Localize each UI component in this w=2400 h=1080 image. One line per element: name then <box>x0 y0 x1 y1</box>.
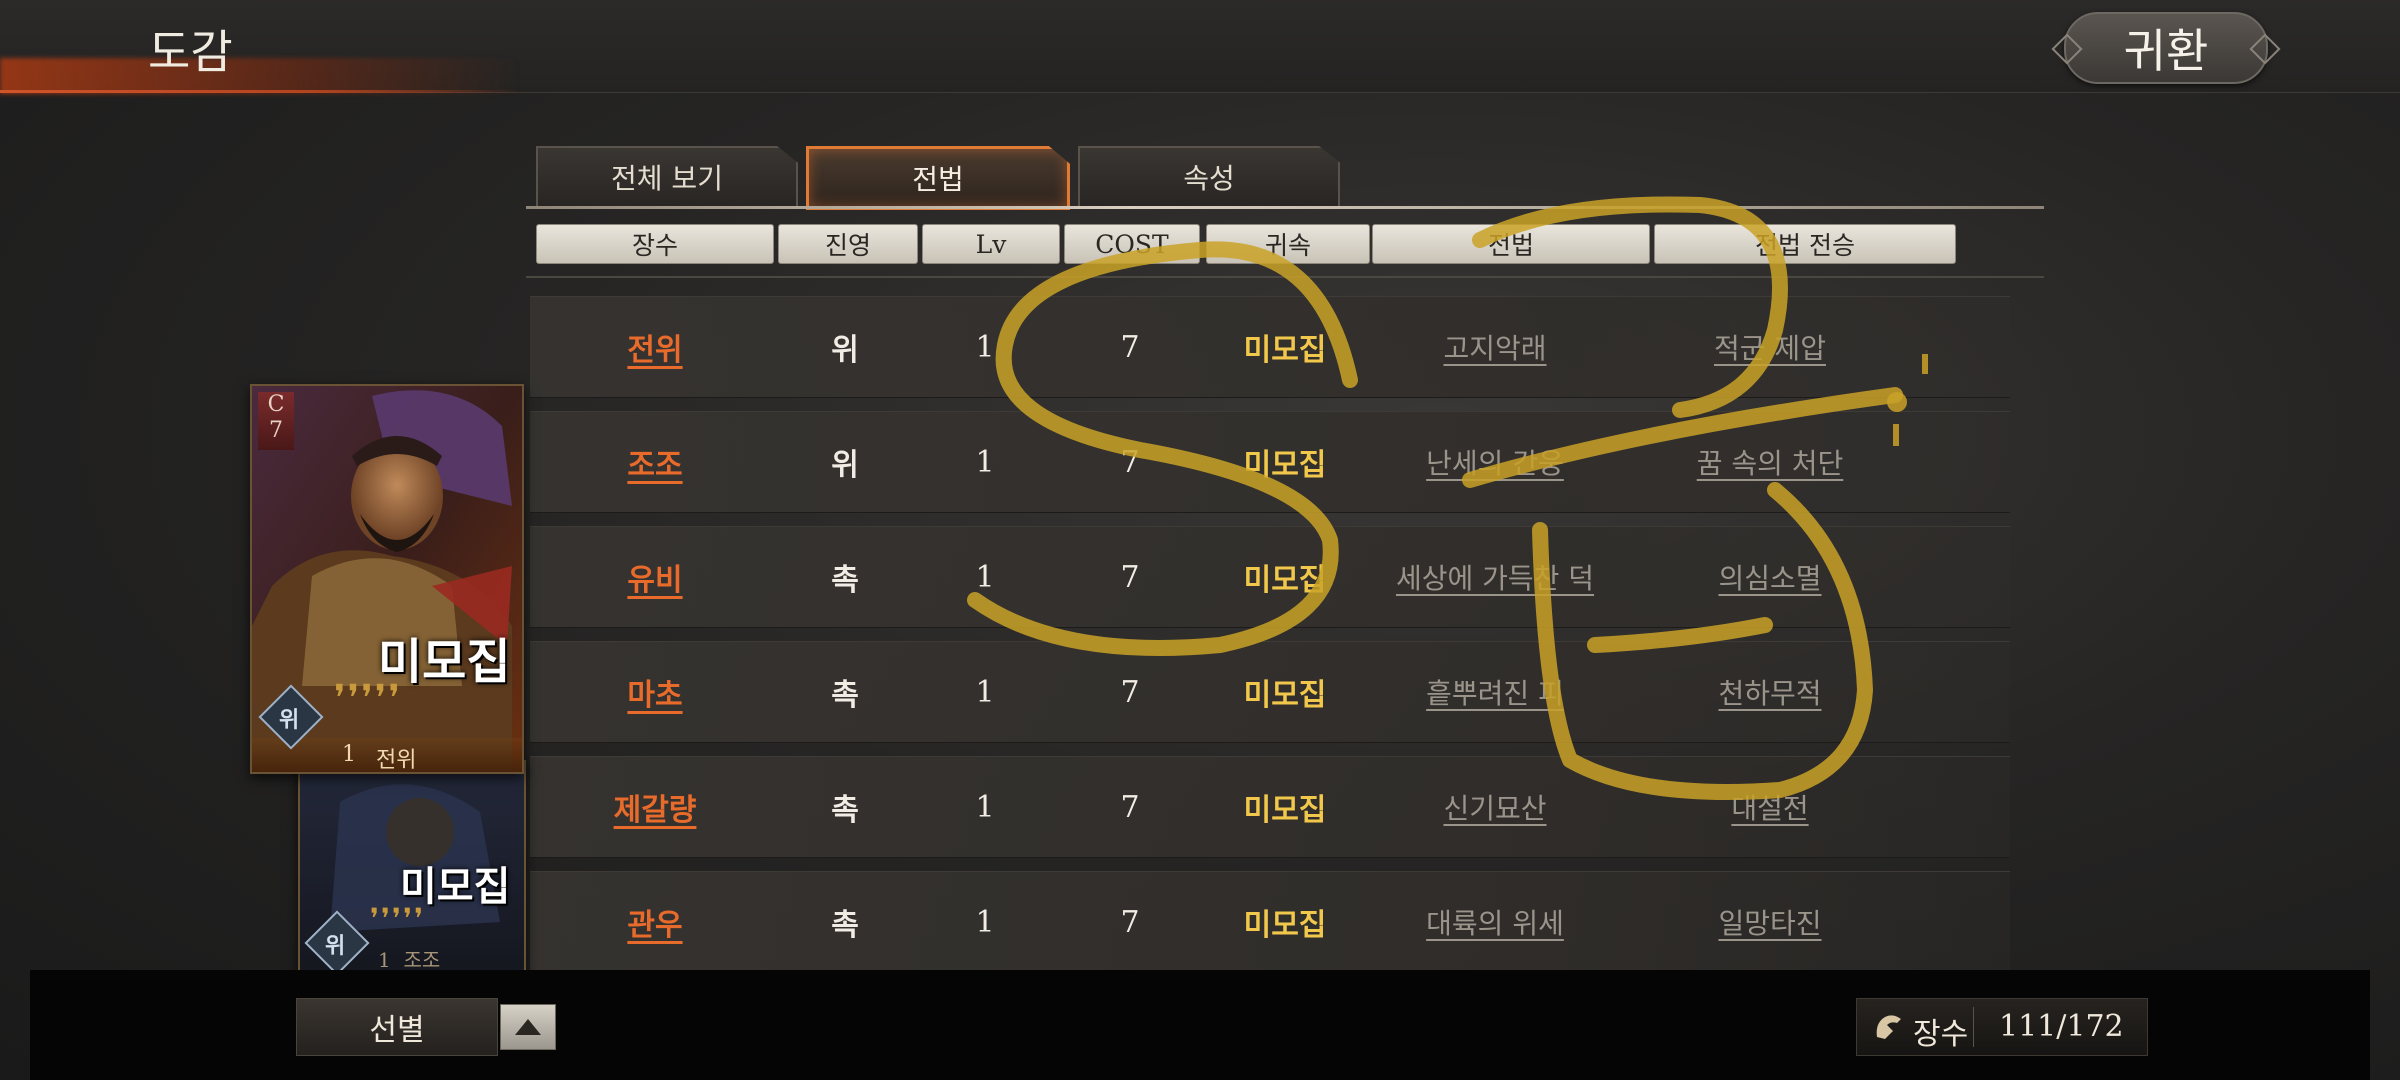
count-value: 111/172 <box>1999 1009 2124 1044</box>
card-rank: C 7 <box>258 392 294 450</box>
column-header-camp[interactable]: 진영 <box>778 224 918 264</box>
level-cell: 1 <box>975 444 995 480</box>
camp-cell: 촉 <box>831 908 859 943</box>
status-cell: 미모집 <box>1243 448 1327 483</box>
column-header-cost[interactable]: COST <box>1064 224 1200 264</box>
chevron-up-icon <box>515 1019 541 1035</box>
table-row[interactable]: 전위 위 1 7 미모집 고지악래 적군 제압 <box>530 296 2010 398</box>
table-row[interactable]: 조조 위 1 7 미모집 난세의 간웅 꿈 속의 처단 <box>530 411 2010 513</box>
cost-cell: 7 <box>1120 559 1140 595</box>
inherit-link[interactable]: 적군 제압 <box>1625 297 1915 397</box>
card-stars: ❜❜❜❜❜ <box>334 678 403 719</box>
cost-cell: 7 <box>1120 329 1140 365</box>
status-cell: 미모집 <box>1243 678 1327 713</box>
general-name-link[interactable]: 전위 <box>530 297 780 397</box>
tab-all[interactable]: 전체 보기 <box>536 146 798 206</box>
tactic-link[interactable]: 대륙의 위세 <box>1370 872 1620 972</box>
title-glow <box>0 58 520 94</box>
return-button[interactable]: 귀환 <box>2064 12 2268 84</box>
general-name-link[interactable]: 유비 <box>530 527 780 627</box>
column-header-general[interactable]: 장수 <box>536 224 774 264</box>
page-title: 도감 <box>148 25 233 79</box>
card-name: 조조 <box>403 948 441 972</box>
column-header-inherit[interactable]: 전법 전승 <box>1654 224 1956 264</box>
header-divider <box>526 276 2044 278</box>
inherit-link[interactable]: 대설전 <box>1625 757 1915 857</box>
cost-cell: 7 <box>1120 789 1140 825</box>
card-camp: 위 <box>279 707 300 733</box>
status-cell: 미모집 <box>1243 793 1327 828</box>
camp-cell: 촉 <box>831 793 859 828</box>
card-rank-letter: C <box>267 392 285 417</box>
table-row[interactable]: 유비 촉 1 7 미모집 세상에 가득찬 덕 의심소멸 <box>530 526 2010 628</box>
status-cell: 미모집 <box>1243 908 1327 943</box>
title-underline <box>0 90 520 93</box>
general-name-link[interactable]: 조조 <box>530 412 780 512</box>
status-cell: 미모집 <box>1243 333 1327 368</box>
tactic-link[interactable]: 난세의 간웅 <box>1370 412 1620 512</box>
tab-attribute[interactable]: 속성 <box>1078 146 1340 206</box>
inherit-link[interactable]: 일망타진 <box>1625 872 1915 972</box>
expand-filter-button[interactable] <box>500 1004 556 1050</box>
general-name-link[interactable]: 마초 <box>530 642 780 742</box>
table-row[interactable]: 마초 촉 1 7 미모집 흩뿌려진 피 천하무적 <box>530 641 2010 743</box>
top-bar: 도감 귀환 <box>0 0 2400 94</box>
inherit-link[interactable]: 천하무적 <box>1625 642 1915 742</box>
tab-tactics[interactable]: 전법 <box>806 146 1070 210</box>
tactic-link[interactable]: 신기묘산 <box>1370 757 1620 857</box>
card-level: 1 <box>378 948 391 972</box>
inherit-link[interactable]: 꿈 속의 처단 <box>1625 412 1915 512</box>
card-cost: 7 <box>269 418 283 443</box>
camp-cell: 위 <box>831 448 859 483</box>
count-divider <box>1973 1007 1974 1047</box>
general-name-link[interactable]: 제갈량 <box>530 757 780 857</box>
general-name-link[interactable]: 관우 <box>530 872 780 972</box>
column-header-tactic[interactable]: 전법 <box>1372 224 1650 264</box>
table-row[interactable]: 제갈량 촉 1 7 미모집 신기묘산 대설전 <box>530 756 2010 858</box>
general-helmet-icon <box>1876 1015 1901 1039</box>
level-cell: 1 <box>975 559 995 595</box>
status-cell: 미모집 <box>1243 563 1327 598</box>
camp-cell: 위 <box>831 333 859 368</box>
table-row[interactable]: 관우 촉 1 7 미모집 대륙의 위세 일망타진 <box>530 871 2010 973</box>
tactic-link[interactable]: 흩뿌려진 피 <box>1370 642 1620 742</box>
level-cell: 1 <box>975 674 995 710</box>
tactic-link[interactable]: 세상에 가득찬 덕 <box>1370 527 1620 627</box>
general-card[interactable]: C 7 미모집 ❜❜❜❜❜ 1 전위 위 <box>250 384 524 774</box>
general-card[interactable]: 미모집 ❜❜❜❜❜ 위 1 조조 <box>298 760 526 976</box>
card-camp: 위 <box>325 933 346 959</box>
card-level: 1 <box>342 742 356 767</box>
cost-cell: 7 <box>1120 444 1140 480</box>
filter-button[interactable]: 선별 <box>296 998 498 1056</box>
tactic-link[interactable]: 고지악래 <box>1370 297 1620 397</box>
card-footer: 1 조조 <box>378 944 440 973</box>
count-label: 장수 <box>1913 1017 1969 1052</box>
level-cell: 1 <box>975 904 995 940</box>
cost-cell: 7 <box>1120 904 1140 940</box>
tab-divider <box>526 206 2044 209</box>
level-cell: 1 <box>975 789 995 825</box>
column-header-lv[interactable]: Lv <box>922 224 1060 264</box>
camp-cell: 촉 <box>831 563 859 598</box>
card-name: 전위 <box>376 748 417 773</box>
card-stars: ❜❜❜❜❜ <box>370 902 426 935</box>
inherit-link[interactable]: 의심소멸 <box>1625 527 1915 627</box>
cost-cell: 7 <box>1120 674 1140 710</box>
level-cell: 1 <box>975 329 995 365</box>
general-count: 장수 111/172 <box>1856 998 2148 1056</box>
camp-cell: 촉 <box>831 678 859 713</box>
column-header-status[interactable]: 귀속 <box>1206 224 1370 264</box>
